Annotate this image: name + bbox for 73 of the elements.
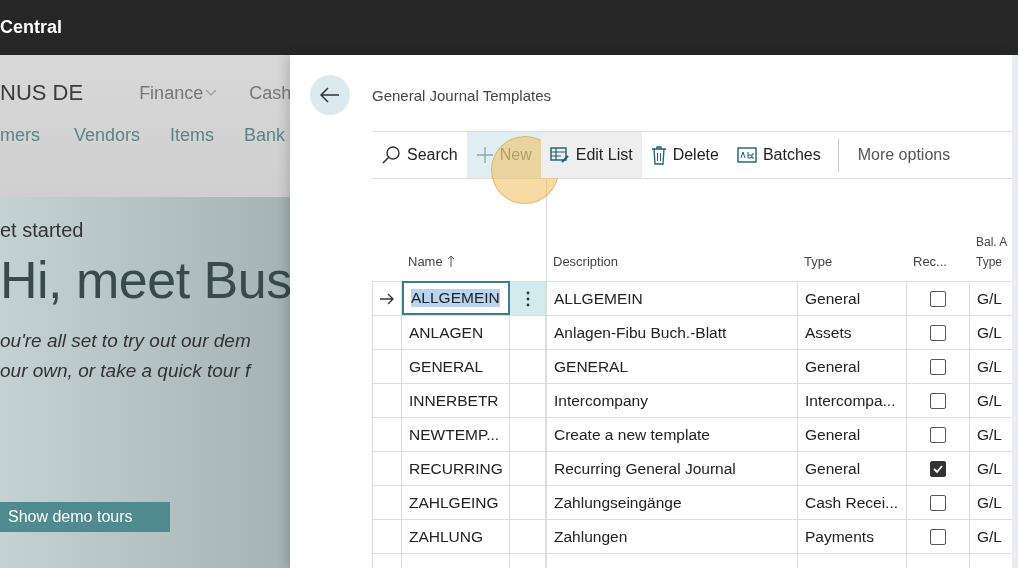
row-actions-cell xyxy=(510,485,546,519)
table-cell: GENERAL xyxy=(546,349,798,383)
table-cell: General xyxy=(798,349,907,383)
name-cell[interactable]: ZAHLGEING xyxy=(402,485,510,519)
table-cell: General xyxy=(798,451,907,485)
row-indicator-cell xyxy=(372,383,402,417)
row-indicator-cell xyxy=(372,417,402,451)
toolbar-button[interactable]: Batches xyxy=(727,132,830,178)
column-header[interactable]: Bal. A Type xyxy=(970,179,1012,281)
hero-heading: Hi, meet Bus xyxy=(0,250,290,310)
checkbox[interactable] xyxy=(930,460,946,477)
table-cell: Payments xyxy=(798,519,907,553)
app-title: Central xyxy=(0,17,62,38)
more-options-button[interactable]: More options xyxy=(848,132,960,178)
table-cell: Zahlungseingänge xyxy=(546,485,798,519)
row-indicator-cell xyxy=(372,349,402,383)
hero-text: ou're all set to try out our dem xyxy=(0,329,251,353)
table-cell: General xyxy=(798,417,907,451)
column-header[interactable]: Description xyxy=(546,179,798,281)
table-cell: Intercompa... xyxy=(798,383,907,417)
row-indicator-cell xyxy=(372,451,402,485)
plus-icon xyxy=(475,146,494,164)
batches-icon xyxy=(736,147,757,163)
table-cell: Intercompany xyxy=(546,383,798,417)
toolbar-button[interactable]: Search xyxy=(372,132,467,178)
table-cell: Create a new template xyxy=(546,417,798,451)
edit-list-icon xyxy=(549,146,570,164)
checkbox[interactable] xyxy=(930,494,946,511)
hero-eyebrow: et started xyxy=(0,219,84,242)
row-actions-cell xyxy=(510,519,546,553)
table-cell: Anlagen-Fibu Buch.-Blatt xyxy=(546,315,798,349)
back-arrow-icon xyxy=(320,87,340,103)
table-cell: Assets xyxy=(798,315,907,349)
checkbox[interactable] xyxy=(930,358,946,375)
name-cell[interactable]: ANLAGEN xyxy=(402,315,510,349)
checkbox[interactable] xyxy=(930,528,946,545)
trash-icon xyxy=(650,145,667,165)
table-cell xyxy=(510,553,546,568)
row-actions-cell xyxy=(510,349,546,383)
search-icon xyxy=(381,145,401,165)
chevron-down-icon xyxy=(205,89,218,97)
name-cell[interactable]: RECURRING xyxy=(402,451,510,485)
row-indicator-cell xyxy=(372,485,402,519)
row-actions-cell xyxy=(510,383,546,417)
name-cell[interactable]: GENERAL xyxy=(402,349,510,383)
checkbox[interactable] xyxy=(930,324,946,341)
back-button[interactable] xyxy=(310,75,350,115)
table-cell: ALLGEMEIN xyxy=(546,281,798,315)
toolbar-button[interactable]: Edit List xyxy=(540,132,642,178)
checkbox[interactable] xyxy=(930,426,946,443)
page-title: General Journal Templates xyxy=(372,86,551,104)
name-cell[interactable]: ALLGEMEIN xyxy=(402,281,510,315)
table-cell xyxy=(372,553,402,568)
row-actions-cell xyxy=(510,451,546,485)
name-cell[interactable]: NEWTEMP... xyxy=(402,417,510,451)
table-cell: Zahlungen xyxy=(546,519,798,553)
table-cell: General xyxy=(798,281,907,315)
row-indicator-cell xyxy=(372,519,402,553)
demo-tours-button[interactable]: Show demo tours xyxy=(0,502,170,532)
checkbox[interactable] xyxy=(930,290,946,307)
checkbox[interactable] xyxy=(930,392,946,409)
toolbar-button[interactable]: Delete xyxy=(641,132,728,178)
more-icon[interactable] xyxy=(525,290,530,307)
table-cell: Recurring General Journal xyxy=(546,451,798,485)
company-name: NUS DE xyxy=(0,80,84,106)
hero-text: our own, or take a quick tour f xyxy=(0,359,251,383)
column-header[interactable]: Rec... xyxy=(907,179,970,281)
column-header[interactable]: Type xyxy=(798,179,907,281)
table-cell: Cash Recei... xyxy=(798,485,907,519)
name-cell[interactable]: INNERBETR xyxy=(402,383,510,417)
row-actions-cell xyxy=(510,417,546,451)
name-cell[interactable]: ZAHLUNG xyxy=(402,519,510,553)
column-header[interactable]: Name xyxy=(402,179,510,281)
